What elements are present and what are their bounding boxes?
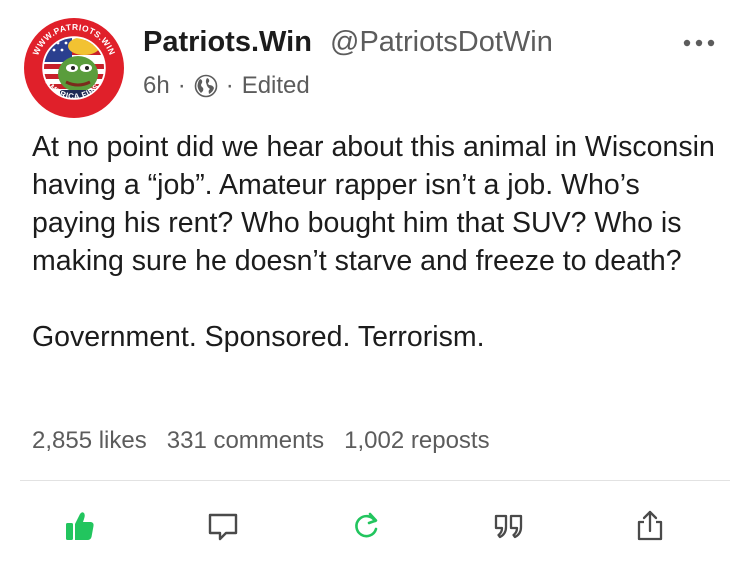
author-avatar[interactable]: WWW.PATRIOTS.WIN AMERICA FIRST (22, 16, 126, 120)
comment-button[interactable] (203, 506, 243, 546)
meta-separator: · (225, 72, 234, 99)
post-time[interactable]: 6h (143, 72, 170, 100)
post-meta: 6h · · Edited (143, 72, 310, 100)
post-paragraph: Government. Sponsored. Terrorism. (32, 321, 485, 353)
edited-label[interactable]: Edited (242, 72, 310, 100)
meta-separator: · (177, 72, 186, 99)
post-stats: 2,855 likes 331 comments 1,002 reposts (32, 427, 490, 455)
more-options-icon[interactable] (680, 36, 720, 50)
share-button[interactable] (630, 506, 670, 546)
post-body: At no point did we hear about this anima… (32, 128, 722, 356)
quote-button[interactable] (489, 506, 529, 546)
author-handle[interactable]: @PatriotsDotWin (330, 26, 553, 59)
repost-button[interactable] (346, 506, 386, 546)
author-name[interactable]: Patriots.Win (143, 26, 312, 59)
reposts-count[interactable]: 1,002 reposts (344, 427, 489, 455)
globe-icon (194, 74, 218, 98)
quote-icon (494, 514, 523, 539)
share-icon (637, 510, 663, 541)
likes-count[interactable]: 2,855 likes (32, 427, 147, 455)
divider (20, 480, 730, 481)
comment-icon (208, 513, 238, 541)
repost-icon (355, 512, 378, 538)
comments-count[interactable]: 331 comments (167, 427, 324, 455)
like-button[interactable] (60, 506, 100, 546)
thumbs-up-icon (66, 512, 94, 540)
post-paragraph: At no point did we hear about this anima… (32, 131, 715, 277)
